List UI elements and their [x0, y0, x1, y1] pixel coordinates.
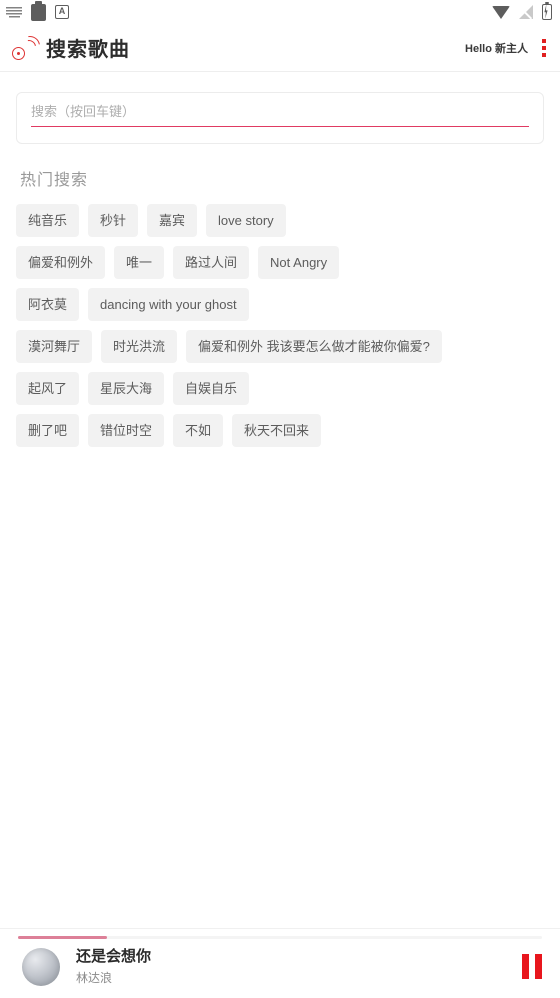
system-status-bar: A: [0, 0, 560, 24]
hot-search-tag[interactable]: 不如: [173, 414, 224, 447]
kebab-menu-icon[interactable]: [542, 37, 546, 59]
status-bar-left-icons: A: [6, 1, 69, 21]
hot-search-tag[interactable]: 偏爱和例外 我该要怎么做才能被你偏爱?: [186, 330, 442, 363]
a-badge-icon: A: [55, 5, 69, 19]
hot-search-tag[interactable]: 时光洪流: [101, 330, 178, 363]
hot-search-tag[interactable]: dancing with your ghost: [88, 288, 249, 321]
playback-progress-bar[interactable]: [18, 936, 542, 939]
player-content: 还是会想你 林达浪: [0, 929, 560, 998]
hot-search-tag[interactable]: Not Angry: [258, 246, 340, 279]
tag-row: 偏爱和例外 唯一 路过人间 Not Angry: [16, 246, 544, 279]
hot-searches-title: 热门搜索: [20, 172, 89, 189]
mini-player-bar: 还是会想你 林达浪: [0, 928, 560, 998]
tag-row: 阿衣莫 dancing with your ghost: [16, 288, 544, 321]
app-header: 搜索歌曲 Hello 新主人: [0, 24, 560, 72]
hot-search-tag[interactable]: 路过人间: [173, 246, 250, 279]
track-artist: 林达浪: [76, 971, 113, 986]
status-bar-right-icons: [492, 1, 552, 20]
hot-search-tag[interactable]: 星辰大海: [88, 372, 165, 405]
search-input[interactable]: [31, 104, 529, 127]
hot-search-tag[interactable]: 删了吧: [16, 414, 80, 447]
page-title: 搜索歌曲: [46, 39, 130, 61]
header-right: Hello 新主人: [465, 37, 546, 59]
album-art[interactable]: [22, 947, 60, 986]
tag-row: 起风了 星辰大海 自娱自乐: [16, 372, 544, 405]
keyboard-icon: [6, 6, 22, 18]
search-box[interactable]: [16, 92, 544, 144]
hot-search-tag[interactable]: 阿衣莫: [16, 288, 80, 321]
hot-search-tag[interactable]: 秋天不回来: [232, 414, 322, 447]
hot-search-tag[interactable]: 唯一: [114, 246, 165, 279]
wifi-icon: [492, 5, 510, 19]
hot-search-tag[interactable]: 自娱自乐: [173, 372, 250, 405]
hot-search-tag[interactable]: love story: [206, 204, 286, 237]
playback-progress-fill: [18, 936, 108, 939]
clipboard-icon: [31, 1, 46, 21]
hot-searches-tag-list: 纯音乐 秒针 嘉宾 love story 偏爱和例外 唯一 路过人间 Not A…: [16, 204, 544, 447]
pause-icon[interactable]: [522, 954, 542, 979]
hot-search-tag[interactable]: 嘉宾: [147, 204, 198, 237]
hot-search-tag[interactable]: 偏爱和例外: [16, 246, 106, 279]
signal-off-icon: [519, 5, 533, 19]
hot-search-tag[interactable]: 错位时空: [88, 414, 165, 447]
tag-row: 删了吧 错位时空 不如 秋天不回来: [16, 414, 544, 447]
user-greeting: Hello 新主人: [465, 42, 528, 55]
track-title: 还是会想你: [76, 947, 152, 965]
tag-row: 纯音乐 秒针 嘉宾 love story: [16, 204, 544, 237]
hot-search-tag[interactable]: 漠河舞厅: [16, 330, 93, 363]
music-wave-icon: [10, 31, 44, 63]
brand: 搜索歌曲: [10, 31, 130, 63]
hot-search-tag[interactable]: 起风了: [16, 372, 80, 405]
battery-charging-icon: [542, 1, 552, 20]
tag-row: 漠河舞厅 时光洪流 偏爱和例外 我该要怎么做才能被你偏爱?: [16, 330, 544, 363]
track-meta: 还是会想你 林达浪: [76, 947, 151, 987]
hot-search-tag[interactable]: 秒针: [88, 204, 139, 237]
hot-search-tag[interactable]: 纯音乐: [16, 204, 80, 237]
